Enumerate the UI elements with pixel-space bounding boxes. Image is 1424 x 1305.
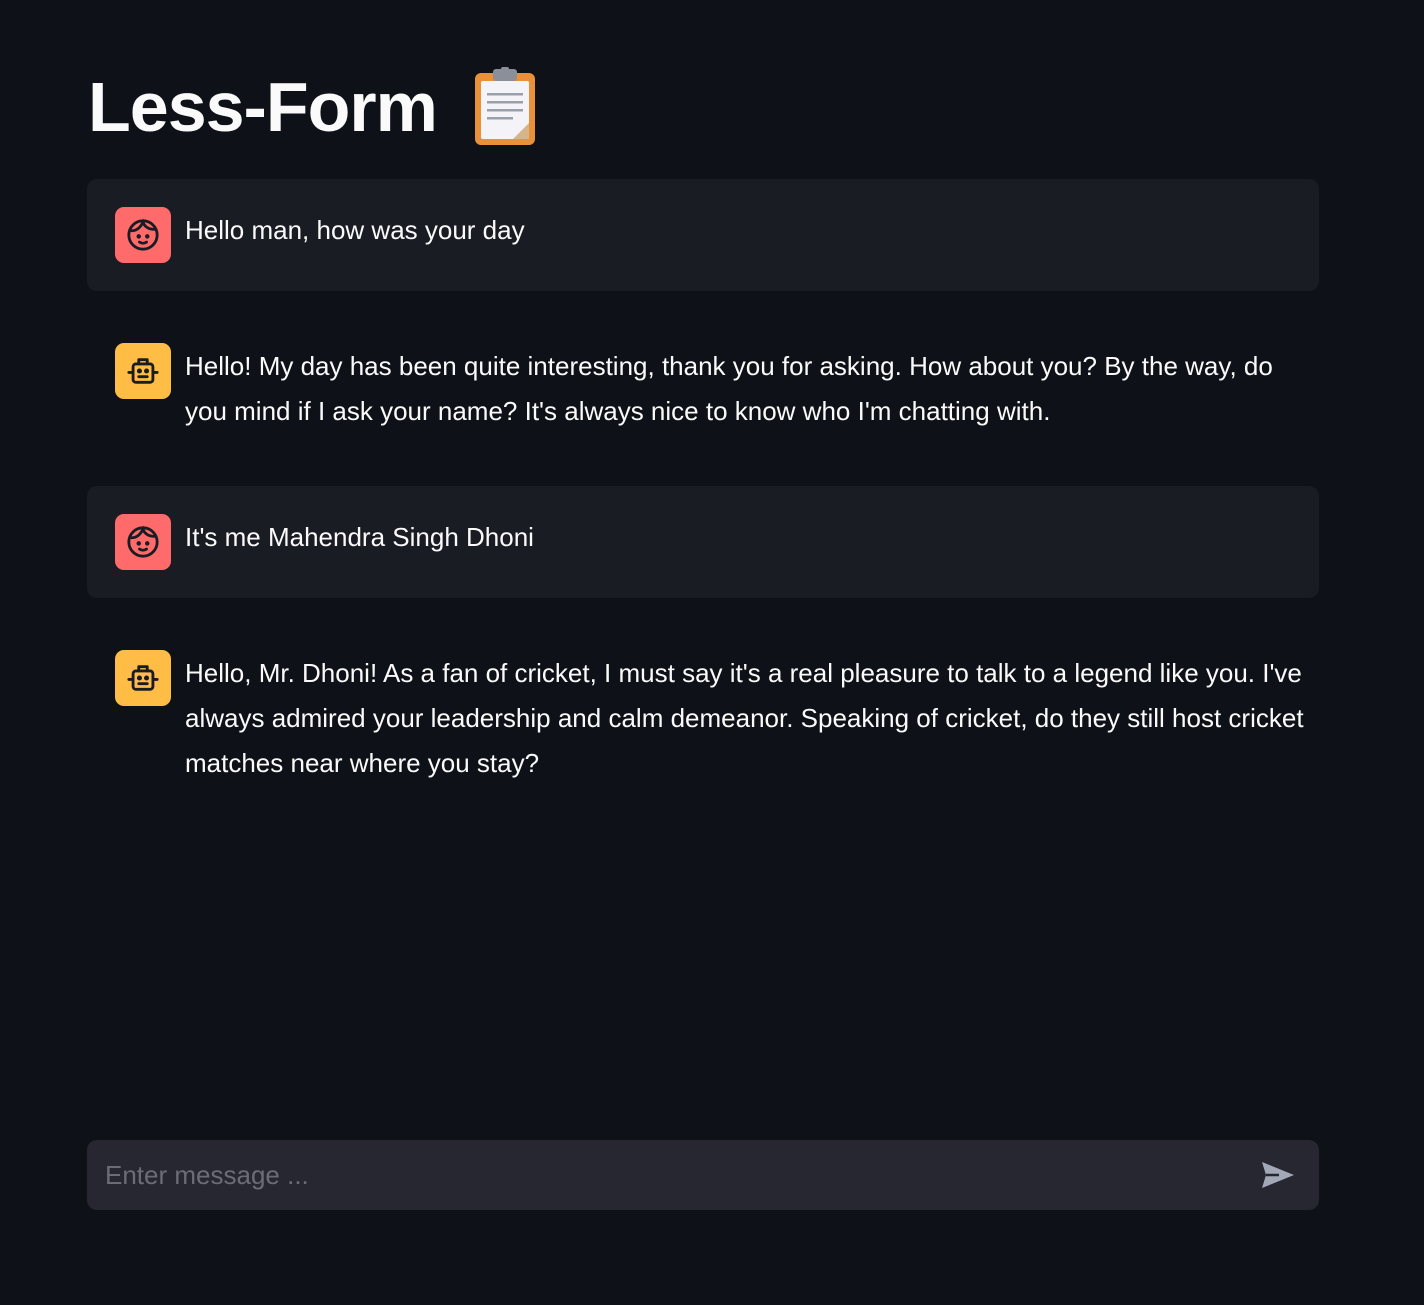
- chat-message-assistant: Hello, Mr. Dhoni! As a fan of cricket, I…: [87, 622, 1319, 814]
- title-row: Less-Form: [88, 62, 537, 152]
- bot-avatar: [115, 650, 171, 706]
- user-face-icon: [127, 525, 159, 558]
- user-avatar: [115, 207, 171, 263]
- message-text: Hello, Mr. Dhoni! As a fan of cricket, I…: [185, 658, 1304, 778]
- message-text: It's me Mahendra Singh Dhoni: [185, 522, 534, 552]
- chat-message-user: Hello man, how was your day: [87, 179, 1319, 291]
- chat-input[interactable]: [103, 1144, 1253, 1206]
- user-avatar: [115, 514, 171, 570]
- clipboard-icon: [474, 67, 535, 145]
- user-face-icon: [127, 218, 159, 251]
- send-button[interactable]: [1253, 1150, 1303, 1200]
- chat-message-assistant: Hello! My day has been quite interesting…: [87, 315, 1319, 462]
- page-title: Less-Form: [88, 68, 438, 146]
- bot-avatar: [115, 343, 171, 399]
- chat-message-user: It's me Mahendra Singh Dhoni: [87, 486, 1319, 598]
- robot-icon: [127, 358, 159, 384]
- chat-app: Less-Form Hello man, how was your day He…: [0, 0, 1424, 1305]
- message-text: Hello! My day has been quite interesting…: [185, 351, 1273, 426]
- robot-icon: [127, 665, 159, 691]
- send-icon: [1262, 1162, 1294, 1188]
- message-text: Hello man, how was your day: [185, 215, 525, 245]
- chat-input-bar: [87, 1140, 1319, 1210]
- chat-message-list: Hello man, how was your day Hello! My da…: [87, 179, 1319, 814]
